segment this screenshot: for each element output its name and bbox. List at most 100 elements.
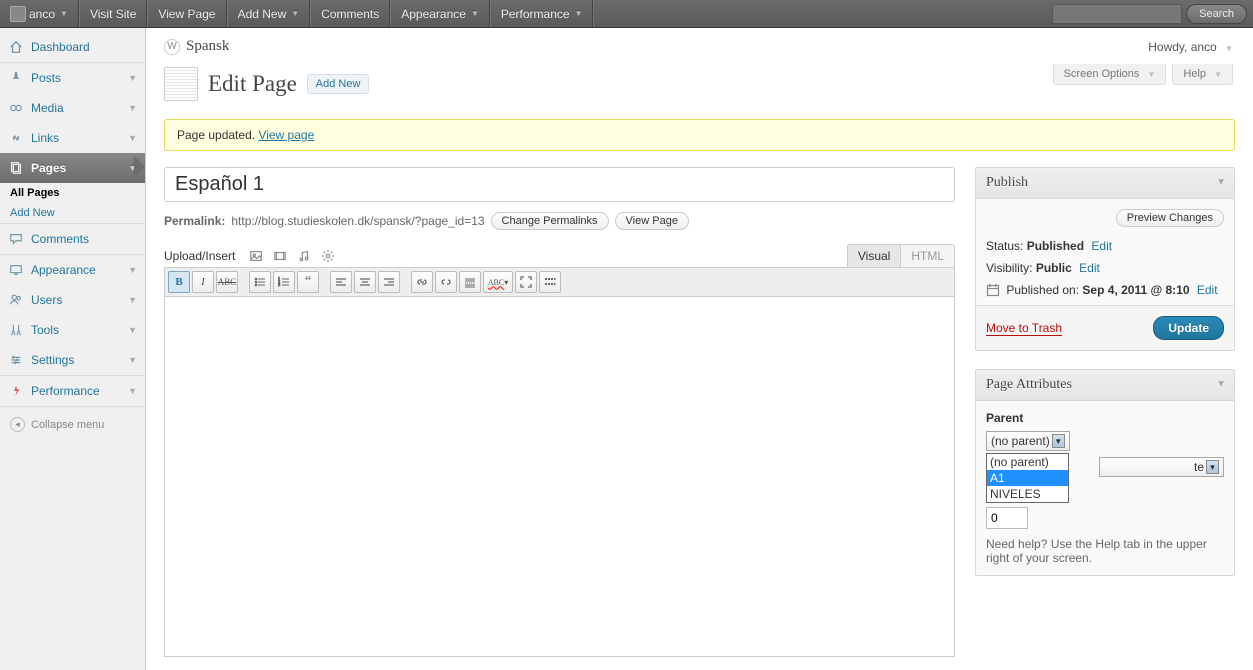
add-video-icon[interactable] <box>271 247 289 265</box>
howdy[interactable]: Howdy, anco ▼ <box>1148 40 1233 54</box>
chevron-down-icon: ▼ <box>471 9 479 18</box>
menu-users[interactable]: Users ▼ <box>0 285 145 315</box>
add-image-icon[interactable] <box>247 247 265 265</box>
more-button[interactable] <box>459 271 481 293</box>
menu-media[interactable]: Media ▼ <box>0 93 145 123</box>
permalink-url: http://blog.studieskolen.dk/spansk/?page… <box>231 214 484 228</box>
page-attributes-title[interactable]: Page Attributes▼ <box>976 370 1234 401</box>
add-new-button[interactable]: Add New <box>307 74 370 94</box>
align-left-button[interactable] <box>330 271 352 293</box>
avatar-icon <box>10 6 26 22</box>
help-tab[interactable]: Help ▼ <box>1172 64 1233 85</box>
parent-select[interactable]: (no parent) ▼ (no parent) A1 NIVELES <box>986 431 1070 451</box>
edit-date-link[interactable]: Edit <box>1197 283 1218 297</box>
calendar-icon <box>986 283 1000 297</box>
published-date-row: Published on: Sep 4, 2011 @ 8:10 Edit <box>986 283 1224 297</box>
adminbar-user[interactable]: anco ▼ <box>0 0 79 27</box>
wordpress-icon: W <box>164 39 180 55</box>
change-permalinks-button[interactable]: Change Permalinks <box>491 212 609 230</box>
menu-dashboard[interactable]: Dashboard <box>0 32 145 62</box>
menu-label: Performance <box>31 384 100 398</box>
publish-box-title[interactable]: Publish ▼ <box>976 168 1234 199</box>
visibility-value: Public <box>1036 261 1072 275</box>
published-label: Published on: <box>1006 283 1079 297</box>
chevron-down-icon: ▼ <box>128 73 137 83</box>
parent-option-a1[interactable]: A1 <box>987 470 1068 486</box>
unlink-button[interactable] <box>435 271 457 293</box>
notice-view-link[interactable]: View page <box>258 128 314 142</box>
notice-text: Page updated. <box>177 128 255 142</box>
order-input[interactable] <box>986 507 1028 529</box>
post-title-input[interactable] <box>164 167 955 202</box>
italic-button[interactable]: I <box>192 271 214 293</box>
link-button[interactable] <box>411 271 433 293</box>
parent-option-niveles[interactable]: NIVELES <box>987 486 1068 502</box>
view-page-button[interactable]: View Page <box>615 212 689 230</box>
spellcheck-button[interactable]: ABC▾ <box>483 271 513 293</box>
menu-label: Comments <box>31 232 89 246</box>
menu-pages[interactable]: Pages ▼ <box>0 153 145 183</box>
adminbar-view-page[interactable]: View Page <box>147 0 226 27</box>
chevron-down-icon: ▼ <box>128 163 137 173</box>
tab-html[interactable]: HTML <box>900 244 955 267</box>
appearance-icon <box>8 262 24 278</box>
menu-links[interactable]: Links ▼ <box>0 123 145 153</box>
search-input[interactable] <box>1052 4 1182 24</box>
menu-appearance[interactable]: Appearance ▼ <box>0 254 145 285</box>
parent-select-value[interactable]: (no parent) ▼ <box>986 431 1070 451</box>
preview-changes-button[interactable]: Preview Changes <box>1116 209 1224 227</box>
align-right-button[interactable] <box>378 271 400 293</box>
align-center-button[interactable] <box>354 271 376 293</box>
menu-performance[interactable]: Performance ▼ <box>0 375 145 406</box>
menu-posts[interactable]: Posts ▼ <box>0 62 145 93</box>
tab-visual[interactable]: Visual <box>847 244 900 267</box>
box-title-text: Publish <box>986 175 1028 190</box>
quote-button[interactable]: “ <box>297 271 319 293</box>
settings-icon <box>8 352 24 368</box>
strike-button[interactable]: ABC <box>216 271 238 293</box>
chevron-down-icon: ▼ <box>128 386 137 396</box>
search-button[interactable]: Search <box>1186 4 1247 24</box>
submenu-all-pages[interactable]: All Pages <box>0 183 145 203</box>
adminbar-add-new[interactable]: Add New▼ <box>227 0 311 27</box>
ul-button[interactable] <box>249 271 271 293</box>
chevron-down-icon: ▼ <box>128 133 137 143</box>
howdy-text: Howdy, anco <box>1148 40 1216 54</box>
parent-option-noparent[interactable]: (no parent) <box>987 454 1068 470</box>
add-media-icon[interactable] <box>319 247 337 265</box>
submenu-add-new-page[interactable]: Add New <box>0 203 145 223</box>
kitchensink-button[interactable] <box>539 271 561 293</box>
menu-settings[interactable]: Settings ▼ <box>0 345 145 375</box>
admin-bar: anco ▼ Visit Site View Page Add New▼ Com… <box>0 0 1253 28</box>
move-to-trash-link[interactable]: Move to Trash <box>986 321 1062 336</box>
menu-label: Posts <box>31 71 61 85</box>
menu-label: Users <box>31 293 62 307</box>
edit-visibility-link[interactable]: Edit <box>1079 261 1100 275</box>
adminbar-label: View Page <box>158 7 215 21</box>
ol-button[interactable]: 123 <box>273 271 295 293</box>
adminbar-visit-site[interactable]: Visit Site <box>79 0 147 27</box>
update-button[interactable]: Update <box>1153 316 1224 340</box>
add-audio-icon[interactable] <box>295 247 313 265</box>
chevron-down-icon[interactable]: ▼ <box>1216 379 1226 390</box>
pages-icon <box>8 160 24 176</box>
tab-label: Screen Options <box>1064 68 1140 80</box>
adminbar-appearance[interactable]: Appearance▼ <box>390 0 490 27</box>
menu-tools[interactable]: Tools ▼ <box>0 315 145 345</box>
adminbar-comments[interactable]: Comments <box>310 0 390 27</box>
bold-button[interactable]: B <box>168 271 190 293</box>
content-editor[interactable] <box>164 297 955 657</box>
home-icon <box>8 39 24 55</box>
collapse-menu[interactable]: ◂ Collapse menu <box>0 406 145 442</box>
screen-options-tab[interactable]: Screen Options ▼ <box>1053 64 1167 85</box>
edit-status-link[interactable]: Edit <box>1091 239 1112 253</box>
attributes-help-text: Need help? Use the Help tab in the upper… <box>986 537 1224 565</box>
template-select[interactable]: Default Template te ▼ <box>1099 457 1224 477</box>
fullscreen-button[interactable] <box>515 271 537 293</box>
chevron-down-icon[interactable]: ▼ <box>1216 177 1226 188</box>
adminbar-performance[interactable]: Performance▼ <box>490 0 594 27</box>
chevron-down-icon: ▼ <box>128 103 137 113</box>
status-value: Published <box>1027 239 1084 253</box>
menu-comments[interactable]: Comments <box>0 223 145 254</box>
site-title[interactable]: Spansk <box>186 38 229 55</box>
